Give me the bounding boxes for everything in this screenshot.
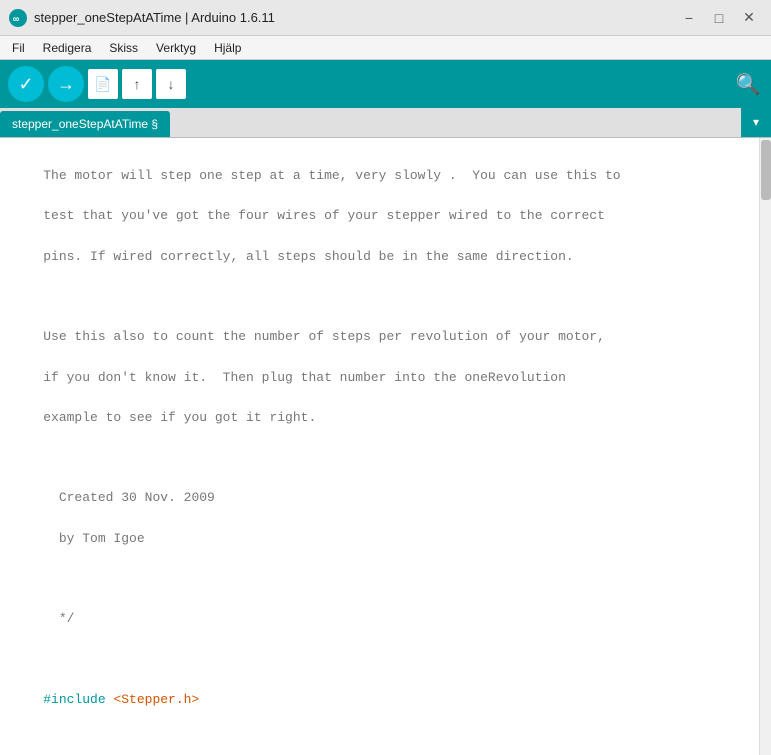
- serial-monitor-icon: 🔍: [736, 72, 761, 97]
- title-controls: − □ ✕: [675, 8, 763, 28]
- comment-line-4: Use this also to count the number of ste…: [43, 329, 605, 344]
- comment-line-2: test that you've got the four wires of y…: [43, 208, 605, 223]
- minimize-button[interactable]: −: [675, 8, 703, 28]
- title-left: ∞ stepper_oneStepAtATime | Arduino 1.6.1…: [8, 8, 275, 28]
- save-icon: ↓: [168, 76, 175, 92]
- window-title: stepper_oneStepAtATime | Arduino 1.6.11: [34, 10, 275, 25]
- scrollbar-thumb[interactable]: [761, 140, 771, 200]
- comment-line-1: The motor will step one step at a time, …: [43, 168, 620, 183]
- comment-line-6: example to see if you got it right.: [43, 410, 316, 425]
- tab-bar: stepper_oneStepAtATime § ▾: [0, 108, 771, 138]
- verify-button[interactable]: ✓: [8, 66, 44, 102]
- menu-redigera[interactable]: Redigera: [35, 39, 100, 57]
- upload-button[interactable]: →: [48, 66, 84, 102]
- close-button[interactable]: ✕: [735, 8, 763, 28]
- created-line: Created 30 Nov. 2009: [43, 490, 215, 505]
- chevron-down-icon: ▾: [753, 115, 759, 129]
- tab-dropdown-button[interactable]: ▾: [741, 107, 771, 137]
- tab-label: stepper_oneStepAtATime §: [12, 117, 158, 131]
- code-editor[interactable]: The motor will step one step at a time, …: [0, 138, 759, 755]
- svg-text:∞: ∞: [13, 15, 19, 26]
- upload-icon: →: [57, 74, 75, 95]
- menu-fil[interactable]: Fil: [4, 39, 33, 57]
- app-logo-icon: ∞: [8, 8, 28, 28]
- save-button[interactable]: ↓: [156, 69, 186, 99]
- verify-icon: ✓: [18, 74, 33, 95]
- menu-hjalp[interactable]: Hjälp: [206, 39, 249, 57]
- menu-skiss[interactable]: Skiss: [101, 39, 146, 57]
- new-button[interactable]: 📄: [88, 69, 118, 99]
- title-bar: ∞ stepper_oneStepAtATime | Arduino 1.6.1…: [0, 0, 771, 36]
- open-button[interactable]: ↑: [122, 69, 152, 99]
- menu-verktyg[interactable]: Verktyg: [148, 39, 204, 57]
- comment-line-3: pins. If wired correctly, all steps shou…: [43, 249, 574, 264]
- new-file-icon: 📄: [94, 76, 111, 93]
- open-icon: ↑: [134, 76, 141, 92]
- toolbar: ✓ → 📄 ↑ ↓ 🔍: [0, 60, 771, 108]
- maximize-button[interactable]: □: [705, 8, 733, 28]
- serial-monitor-button[interactable]: 🔍: [733, 69, 763, 99]
- toolbar-right: 🔍: [733, 69, 763, 99]
- code-container: The motor will step one step at a time, …: [0, 138, 771, 755]
- comment-close: */: [43, 611, 74, 626]
- menu-bar: Fil Redigera Skiss Verktyg Hjälp: [0, 36, 771, 60]
- scrollbar[interactable]: [759, 138, 771, 755]
- comment-line-5: if you don't know it. Then plug that num…: [43, 370, 566, 385]
- tab-stepper[interactable]: stepper_oneStepAtATime §: [0, 111, 170, 137]
- author-line: by Tom Igoe: [43, 531, 144, 546]
- include-line: #include <Stepper.h>: [43, 692, 199, 707]
